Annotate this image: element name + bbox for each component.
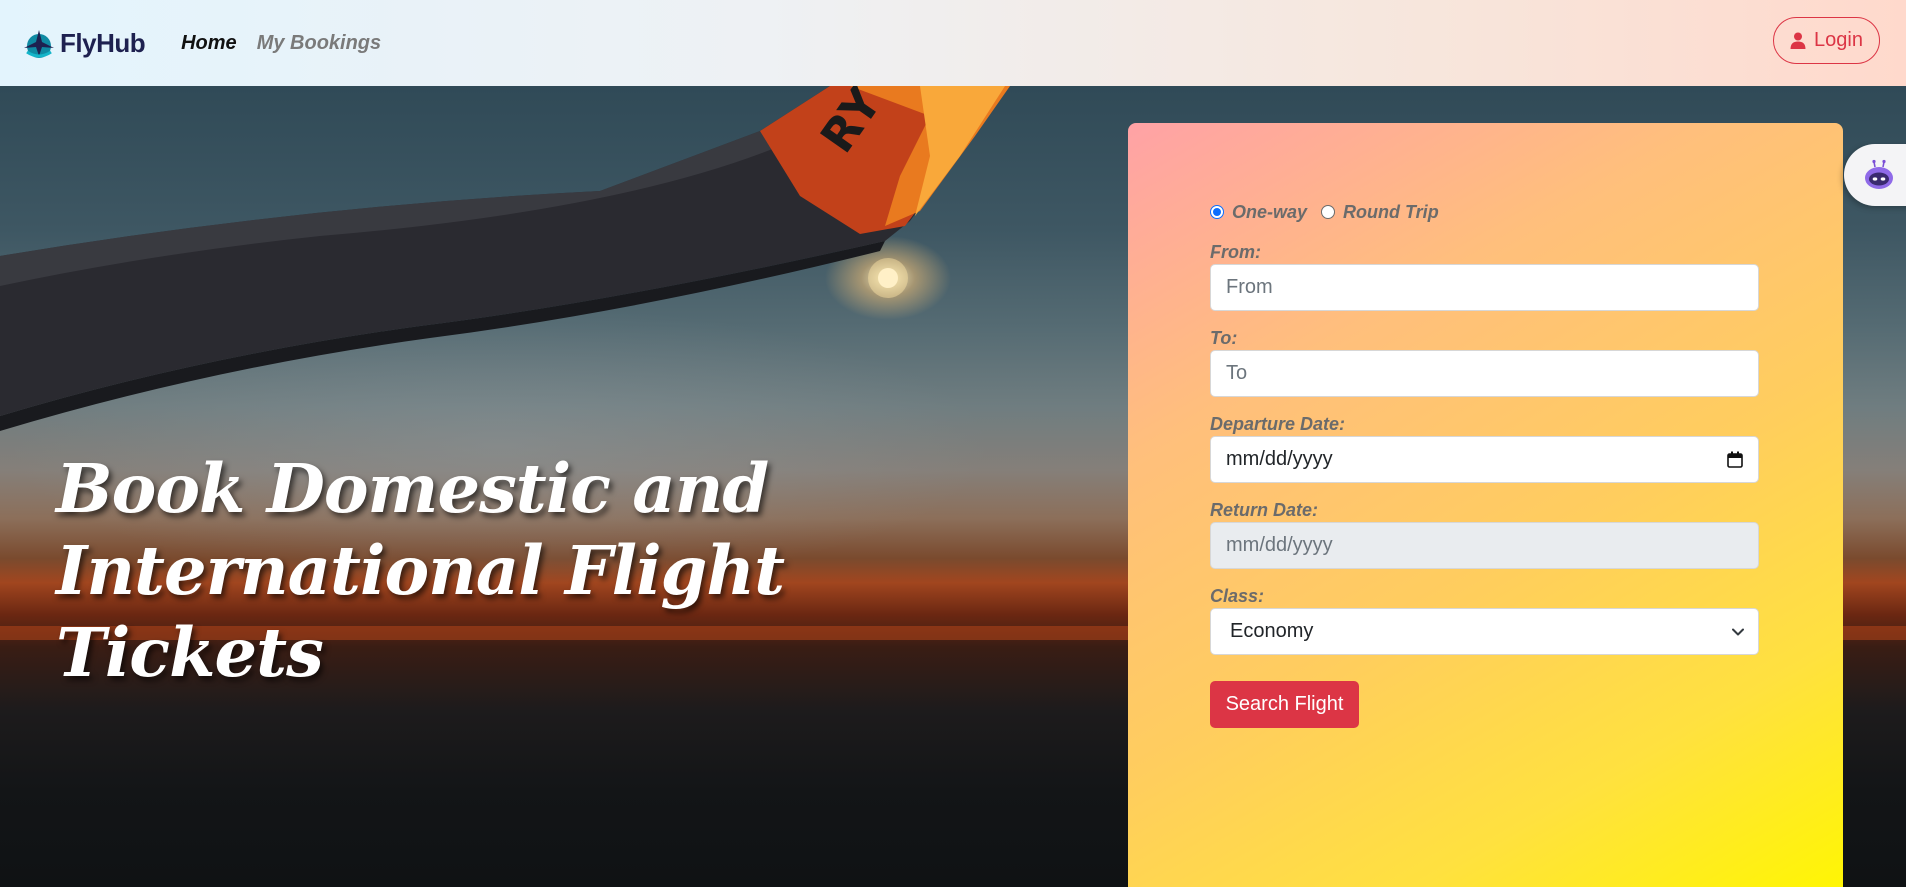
nav-link-home[interactable]: Home [181, 32, 237, 55]
chatbot-launcher[interactable] [1844, 144, 1906, 206]
plane-logo-icon [24, 30, 54, 58]
navbar: FlyHub Home My Bookings Login [0, 0, 1906, 86]
flight-search-form: One-way Round Trip From: From To: To Dep… [1210, 199, 1759, 728]
hero-title-line2: International Flight Tickets [56, 531, 785, 692]
round-trip-label[interactable]: Round Trip [1343, 202, 1439, 223]
departure-date-placeholder: mm/dd/yyyy [1226, 448, 1333, 470]
return-date-input: mm/dd/yyyy [1210, 522, 1759, 569]
to-input[interactable]: To [1210, 350, 1759, 397]
from-input[interactable]: From [1210, 264, 1759, 311]
user-icon [1790, 32, 1806, 49]
chevron-down-icon [1732, 628, 1744, 635]
brand-name: FlyHub [60, 27, 146, 58]
return-date-label: Return Date: [1210, 500, 1319, 520]
departure-date-input[interactable]: mm/dd/yyyy [1210, 436, 1759, 483]
search-flight-button[interactable]: Search Flight [1210, 681, 1359, 728]
round-trip-radio[interactable] [1321, 205, 1336, 219]
class-label: Class: [1210, 586, 1265, 606]
booking-card: One-way Round Trip From: From To: To Dep… [1128, 123, 1843, 887]
trip-type-group: One-way Round Trip [1210, 199, 1759, 225]
brand[interactable]: FlyHub [22, 26, 146, 60]
departure-date-label: Departure Date: [1210, 414, 1346, 434]
login-label: Login [1814, 29, 1863, 51]
nav-links: Home My Bookings [181, 32, 381, 55]
to-label: To: [1210, 328, 1238, 348]
hero-title: Book Domestic and International Flight T… [56, 448, 1056, 694]
robot-icon [1865, 159, 1893, 189]
class-select[interactable]: Economy [1210, 608, 1759, 655]
from-label: From: [1210, 242, 1261, 262]
class-selected-value: Economy [1230, 620, 1314, 642]
nav-link-my-bookings[interactable]: My Bookings [257, 32, 381, 55]
calendar-icon[interactable] [1727, 451, 1743, 468]
one-way-label[interactable]: One-way [1232, 202, 1307, 223]
one-way-radio[interactable] [1210, 205, 1224, 219]
login-button[interactable]: Login [1773, 17, 1880, 64]
hero-title-line1: Book Domestic and [56, 449, 769, 528]
